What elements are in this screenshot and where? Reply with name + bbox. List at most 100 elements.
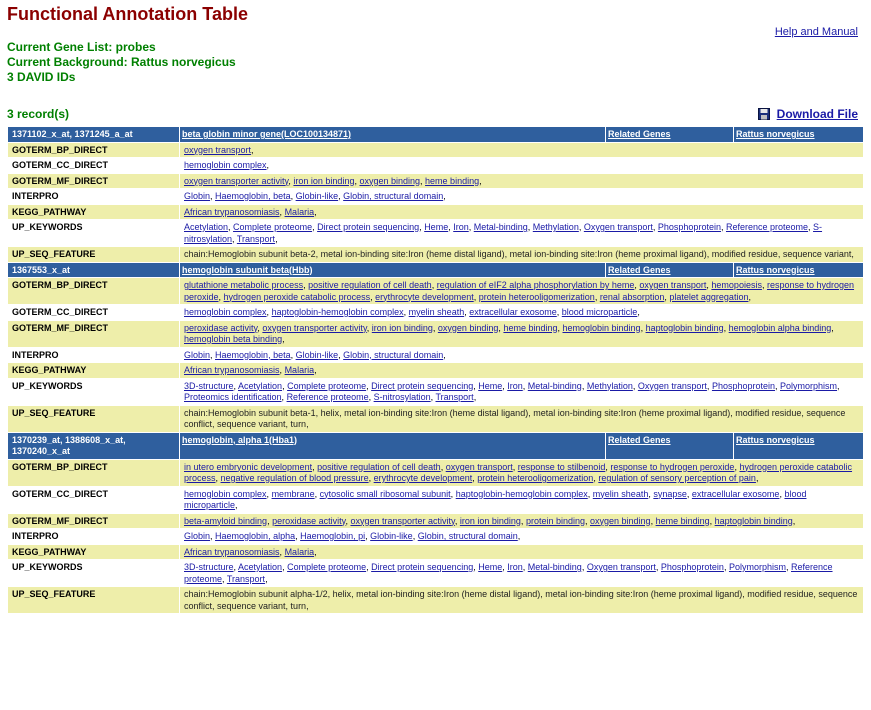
term-link[interactable]: hemoglobin complex xyxy=(184,160,267,170)
term-link[interactable]: oxygen transport xyxy=(184,145,251,155)
term-link[interactable]: African trypanosomiasis xyxy=(184,207,280,217)
term-link[interactable]: haptoglobin-hemoglobin complex xyxy=(456,489,588,499)
term-link[interactable]: hemoglobin complex xyxy=(184,489,267,499)
term-link[interactable]: oxygen transport xyxy=(446,462,513,472)
term-link[interactable]: oxygen transporter activity xyxy=(262,323,366,333)
term-link[interactable]: oxygen binding xyxy=(438,323,499,333)
term-link[interactable]: cytosolic small ribosomal subunit xyxy=(320,489,451,499)
term-link[interactable]: Proteomics identification xyxy=(184,392,282,402)
term-link[interactable]: Phosphoprotein xyxy=(712,381,775,391)
term-link[interactable]: 3D-structure xyxy=(184,381,234,391)
term-link[interactable]: Metal-binding xyxy=(474,222,528,232)
term-link[interactable]: Complete proteome xyxy=(287,562,366,572)
related-genes-link[interactable]: Related Genes xyxy=(608,435,671,445)
term-link[interactable]: Globin-like xyxy=(296,191,339,201)
term-link[interactable]: positive regulation of cell death xyxy=(308,280,432,290)
term-link[interactable]: iron ion binding xyxy=(293,176,354,186)
term-link[interactable]: myelin sheath xyxy=(593,489,649,499)
term-link[interactable]: oxygen binding xyxy=(590,516,651,526)
term-link[interactable]: heme binding xyxy=(656,516,710,526)
term-link[interactable]: Oxygen transport xyxy=(584,222,653,232)
related-genes-link[interactable]: Related Genes xyxy=(608,265,671,275)
term-link[interactable]: Transport xyxy=(237,234,275,244)
term-link[interactable]: Direct protein sequencing xyxy=(371,381,473,391)
term-link[interactable]: Complete proteome xyxy=(287,381,366,391)
term-link[interactable]: Phosphoprotein xyxy=(661,562,724,572)
term-link[interactable]: peroxidase activity xyxy=(184,323,257,333)
term-link[interactable]: Malaria xyxy=(285,365,315,375)
term-link[interactable]: Haemoglobin, alpha xyxy=(215,531,295,541)
term-link[interactable]: platelet aggregation xyxy=(669,292,748,302)
term-link[interactable]: S-nitrosylation xyxy=(374,392,431,402)
term-link[interactable]: African trypanosomiasis xyxy=(184,365,280,375)
term-link[interactable]: protein binding xyxy=(526,516,585,526)
term-link[interactable]: positive regulation of cell death xyxy=(317,462,441,472)
gene-name-link[interactable]: hemoglobin, alpha 1(Hba1) xyxy=(182,435,297,445)
related-genes-link[interactable]: Related Genes xyxy=(608,129,671,139)
term-link[interactable]: haptoglobin binding xyxy=(646,323,724,333)
term-link[interactable]: extracellular exosome xyxy=(692,489,780,499)
term-link[interactable]: blood microparticle xyxy=(562,307,638,317)
term-link[interactable]: extracellular exosome xyxy=(469,307,557,317)
term-link[interactable]: response to stilbenoid xyxy=(518,462,606,472)
term-link[interactable]: heme binding xyxy=(503,323,557,333)
term-link[interactable]: Reference proteome xyxy=(726,222,808,232)
term-link[interactable]: hemoglobin beta binding xyxy=(184,334,282,344)
term-link[interactable]: haptoglobin-hemoglobin complex xyxy=(272,307,404,317)
term-link[interactable]: iron ion binding xyxy=(372,323,433,333)
download-file-link[interactable]: Download File xyxy=(777,107,858,121)
term-link[interactable]: protein heterooligomerization xyxy=(477,473,593,483)
term-link[interactable]: Globin xyxy=(184,350,210,360)
term-link[interactable]: Heme xyxy=(478,562,502,572)
term-link[interactable]: in utero embryonic development xyxy=(184,462,312,472)
term-link[interactable]: iron ion binding xyxy=(460,516,521,526)
term-link[interactable]: erythrocyte development xyxy=(375,292,474,302)
term-link[interactable]: hemopoiesis xyxy=(711,280,762,290)
term-link[interactable]: Transport xyxy=(436,392,474,402)
term-link[interactable]: Haemoglobin, beta xyxy=(215,191,291,201)
term-link[interactable]: 3D-structure xyxy=(184,562,234,572)
gene-name-link[interactable]: beta globin minor gene(LOC100134871) xyxy=(182,129,351,139)
term-link[interactable]: Globin, structural domain xyxy=(343,191,443,201)
term-link[interactable]: oxygen transport xyxy=(639,280,706,290)
term-link[interactable]: Iron xyxy=(507,562,523,572)
term-link[interactable]: glutathione metabolic process xyxy=(184,280,303,290)
term-link[interactable]: Malaria xyxy=(285,547,315,557)
term-link[interactable]: Polymorphism xyxy=(780,381,837,391)
term-link[interactable]: Transport xyxy=(227,574,265,584)
term-link[interactable]: Direct protein sequencing xyxy=(371,562,473,572)
term-link[interactable]: hemoglobin alpha binding xyxy=(729,323,832,333)
term-link[interactable]: hydrogen peroxide catabolic process xyxy=(224,292,371,302)
term-link[interactable]: Acetylation xyxy=(238,562,282,572)
species-link[interactable]: Rattus norvegicus xyxy=(736,435,815,445)
term-link[interactable]: Oxygen transport xyxy=(587,562,656,572)
term-link[interactable]: Globin xyxy=(184,191,210,201)
term-link[interactable]: negative regulation of blood pressure xyxy=(221,473,369,483)
term-link[interactable]: erythrocyte development xyxy=(374,473,473,483)
term-link[interactable]: Heme xyxy=(424,222,448,232)
term-link[interactable]: Methylation xyxy=(587,381,633,391)
term-link[interactable]: Methylation xyxy=(533,222,579,232)
term-link[interactable]: Oxygen transport xyxy=(638,381,707,391)
term-link[interactable]: beta-amyloid binding xyxy=(184,516,267,526)
term-link[interactable]: oxygen transporter activity xyxy=(184,176,288,186)
term-link[interactable]: Heme xyxy=(478,381,502,391)
term-link[interactable]: hemoglobin complex xyxy=(184,307,267,317)
help-manual-link[interactable]: Help and Manual xyxy=(775,26,858,38)
term-link[interactable]: Complete proteome xyxy=(233,222,312,232)
term-link[interactable]: Iron xyxy=(453,222,469,232)
term-link[interactable]: haptoglobin binding xyxy=(715,516,793,526)
term-link[interactable]: Metal-binding xyxy=(528,562,582,572)
term-link[interactable]: Reference proteome xyxy=(287,392,369,402)
species-link[interactable]: Rattus norvegicus xyxy=(736,265,815,275)
term-link[interactable]: oxygen transporter activity xyxy=(350,516,454,526)
term-link[interactable]: myelin sheath xyxy=(409,307,465,317)
term-link[interactable]: Globin, structural domain xyxy=(343,350,443,360)
term-link[interactable]: protein heterooligomerization xyxy=(479,292,595,302)
term-link[interactable]: Haemoglobin, pi xyxy=(300,531,365,541)
term-link[interactable]: Haemoglobin, beta xyxy=(215,350,291,360)
term-link[interactable]: Globin-like xyxy=(296,350,339,360)
term-link[interactable]: Metal-binding xyxy=(528,381,582,391)
term-link[interactable]: hemoglobin binding xyxy=(563,323,641,333)
term-link[interactable]: Polymorphism xyxy=(729,562,786,572)
